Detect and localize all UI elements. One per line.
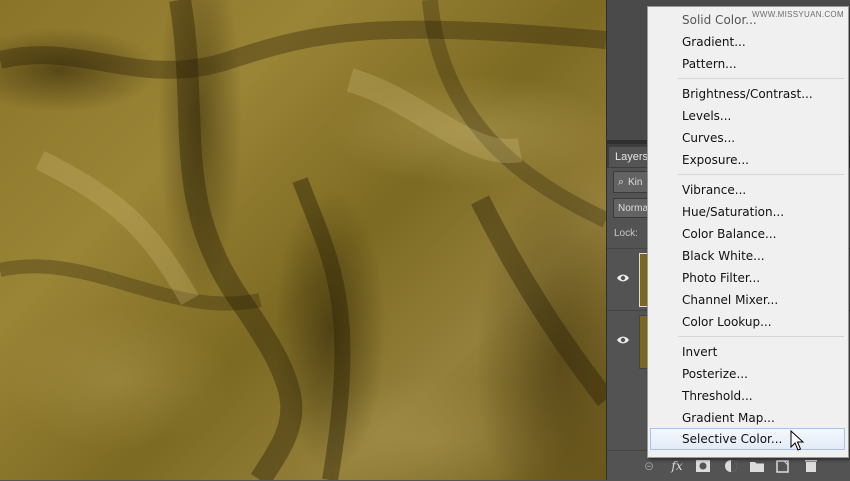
menu-item-exposure[interactable]: Exposure... [648, 149, 848, 171]
menu-item-selective-color[interactable]: Selective Color... [650, 428, 845, 450]
menu-item-gradient[interactable]: Gradient... [648, 31, 848, 53]
menu-item-curves[interactable]: Curves... [648, 127, 848, 149]
menu-item-hue-saturation[interactable]: Hue/Saturation... [648, 201, 848, 223]
fabric-folds [0, 0, 606, 480]
menu-item-brightness-contrast[interactable]: Brightness/Contrast... [648, 83, 848, 105]
link-icon[interactable]: ⊝ [641, 459, 657, 473]
image-canvas[interactable] [0, 0, 606, 480]
eye-icon[interactable] [616, 271, 630, 285]
eye-icon[interactable] [616, 333, 630, 347]
menu-item-black-white[interactable]: Black White... [648, 245, 848, 267]
trash-icon[interactable] [803, 459, 819, 473]
menu-item-color-balance[interactable]: Color Balance... [648, 223, 848, 245]
menu-item-photo-filter[interactable]: Photo Filter... [648, 267, 848, 289]
menu-item-vibrance[interactable]: Vibrance... [648, 179, 848, 201]
mouse-cursor-icon [790, 430, 804, 451]
menu-separator [678, 78, 844, 79]
search-icon: ⌕ [617, 176, 625, 188]
new-layer-icon[interactable] [775, 459, 791, 473]
mask-icon[interactable] [695, 459, 711, 473]
menu-item-color-lookup[interactable]: Color Lookup... [648, 311, 848, 333]
adjustment-layer-icon[interactable] [723, 459, 739, 473]
adjustment-layer-menu: Solid Color... Gradient... Pattern... Br… [647, 6, 849, 458]
menu-item-channel-mixer[interactable]: Channel Mixer... [648, 289, 848, 311]
watermark: WWW.MISSYUAN.COM [752, 10, 844, 19]
menu-separator [678, 174, 844, 175]
menu-separator [678, 336, 844, 337]
menu-item-gradient-map[interactable]: Gradient Map... [648, 407, 848, 429]
menu-item-threshold[interactable]: Threshold... [648, 385, 848, 407]
menu-item-posterize[interactable]: Posterize... [648, 363, 848, 385]
menu-item-invert[interactable]: Invert [648, 341, 848, 363]
fx-button[interactable]: fx [669, 459, 685, 473]
lock-label: Lock: [614, 228, 638, 239]
folder-icon[interactable] [749, 459, 765, 473]
filter-kind-label: Kin [628, 177, 643, 188]
menu-item-pattern[interactable]: Pattern... [648, 53, 848, 75]
menu-item-levels[interactable]: Levels... [648, 105, 848, 127]
